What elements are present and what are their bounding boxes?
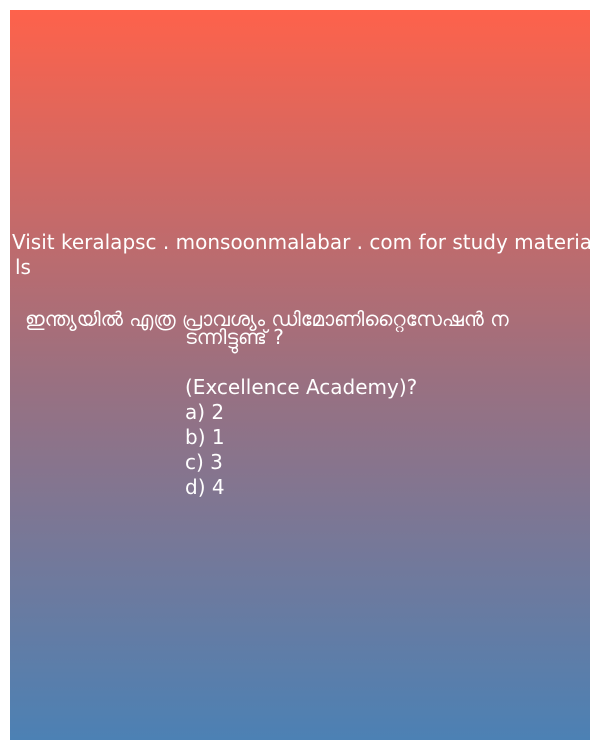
option-b: b) 1 bbox=[185, 425, 225, 449]
answer-block: (Excellence Academy)? a) 2 b) 1 c) 3 d) … bbox=[185, 375, 417, 500]
promo-text-line-2: ls bbox=[15, 255, 31, 279]
source-label: (Excellence Academy)? bbox=[185, 375, 418, 399]
question-card: Visit keralapsc . monsoonmalabar . com f… bbox=[10, 10, 590, 740]
option-d: d) 4 bbox=[185, 475, 225, 499]
option-a: a) 2 bbox=[185, 400, 225, 424]
question-text-line-2: ടന്നിട്ടുണ്ട് ? bbox=[185, 325, 284, 349]
option-c: c) 3 bbox=[185, 450, 223, 474]
promo-text-line-1: Visit keralapsc . monsoonmalabar . com f… bbox=[12, 230, 590, 254]
